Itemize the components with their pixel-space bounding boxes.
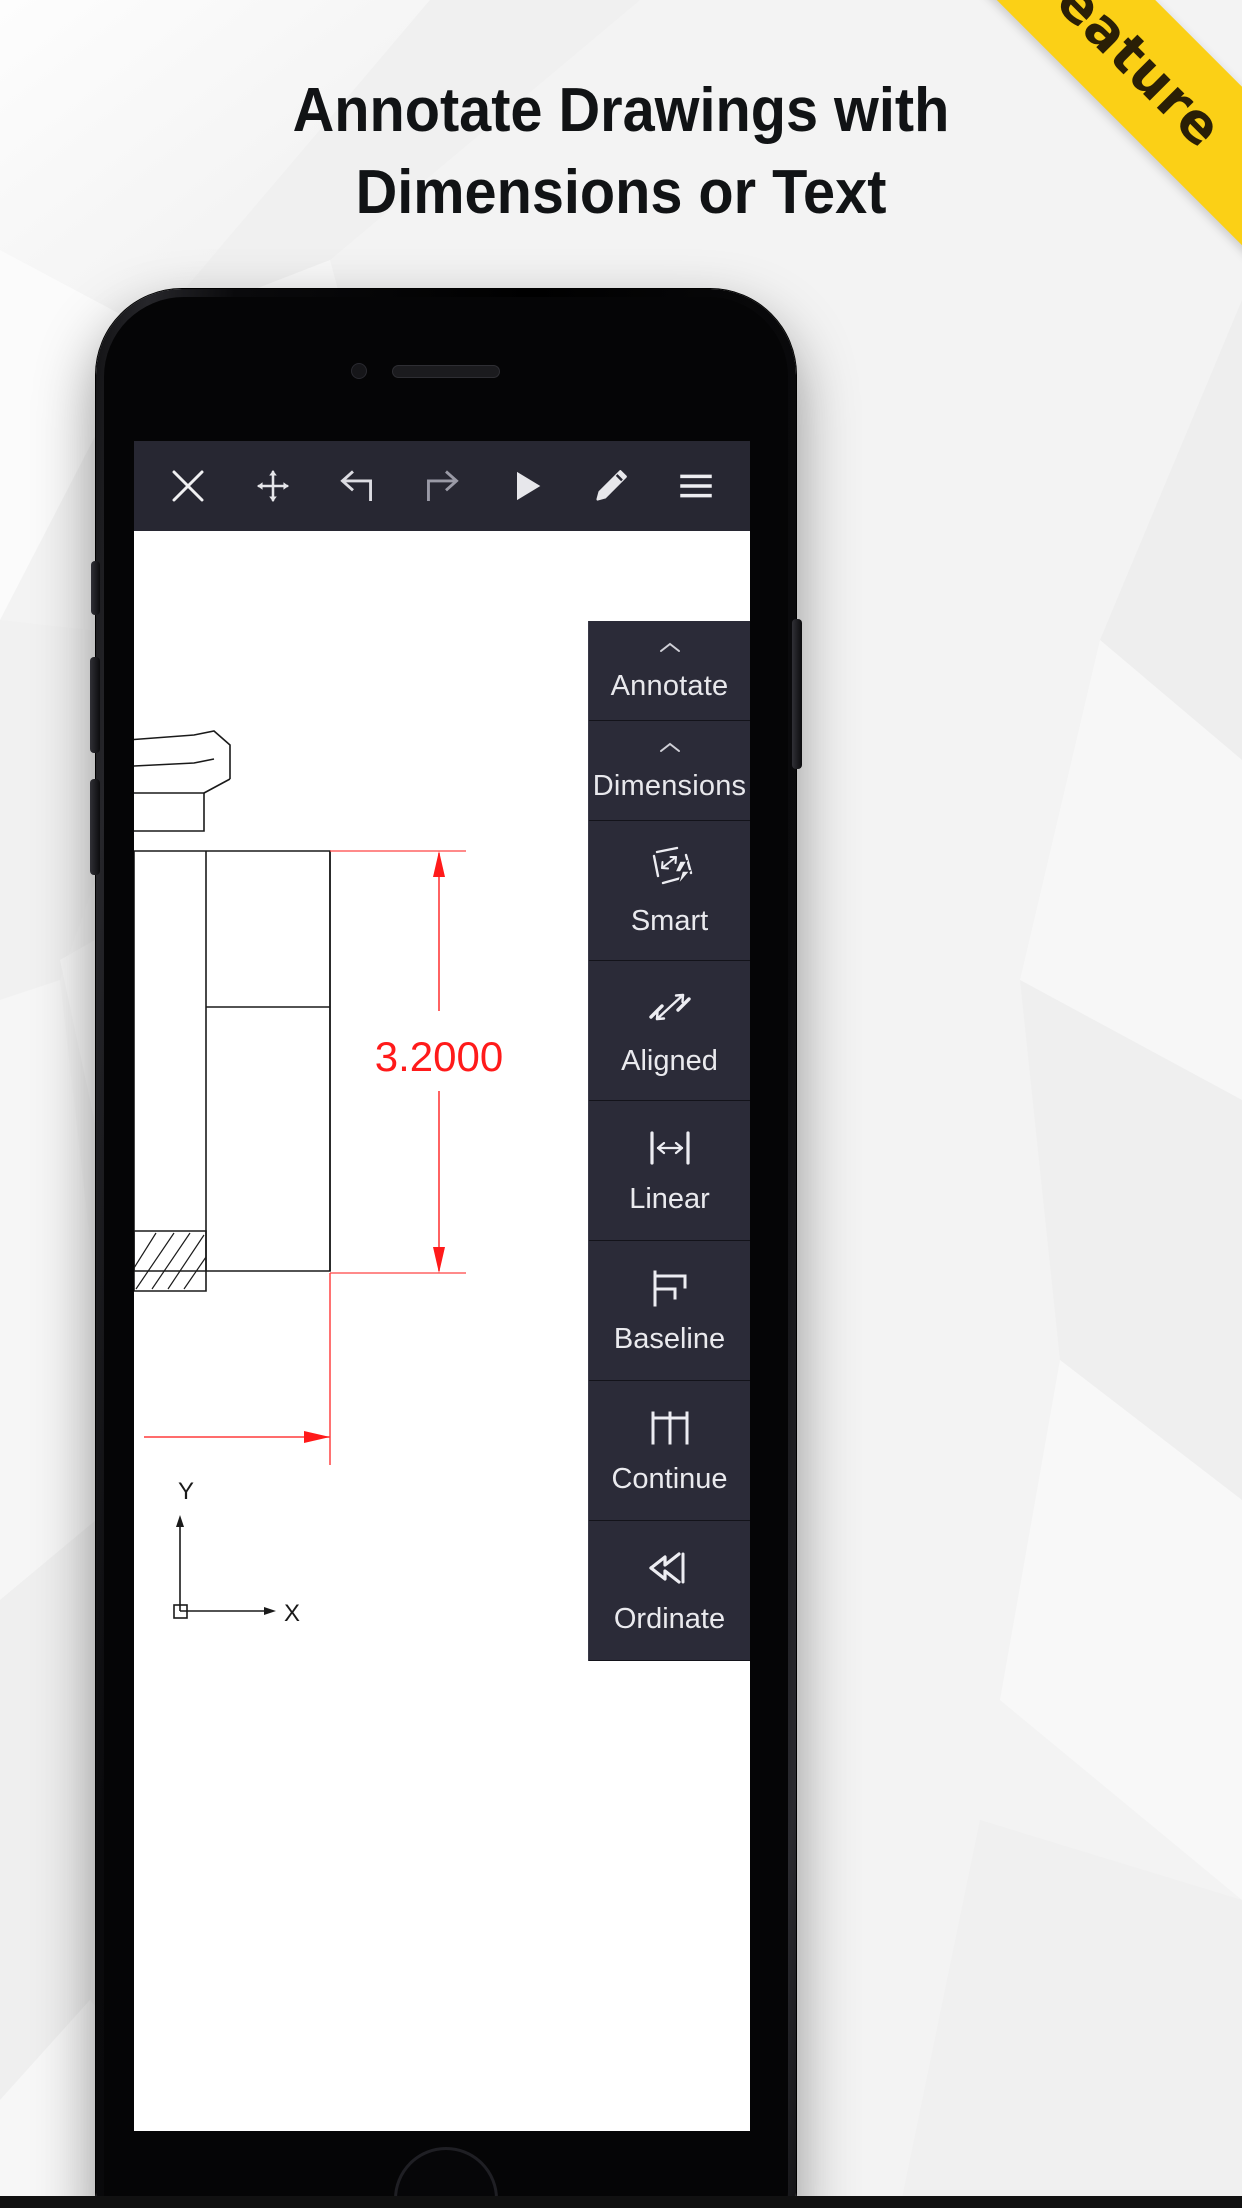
close-icon [167,465,209,507]
sidebar-item-smart-label: Smart [630,905,709,937]
ucs-icon [173,1515,276,1619]
cad-section-hatch [134,1232,207,1290]
hamburger-icon [675,465,717,507]
sidebar-item-baseline-label: Baseline [613,1323,726,1355]
headline-line-1: Annotate Drawings with [292,76,950,145]
sidebar-section-annotate[interactable]: Annotate [589,621,750,721]
phone-earpiece-speaker [392,365,500,378]
sidebar-item-linear[interactable]: Linear [589,1101,750,1241]
sidebar-item-ordinate-label: Ordinate [613,1603,726,1635]
headline-line-2: Dimensions or Text [355,158,887,227]
linear-dimension-icon [643,1125,697,1171]
sidebar-item-continue-label: Continue [611,1463,728,1495]
cad-canvas[interactable]: 3.2000 Y X Annotate Dimensions Smart Ali… [134,531,750,2131]
continue-dimension-icon [643,1405,697,1451]
sidebar-item-smart[interactable]: Smart [589,821,750,961]
ucs-y-label: Y [178,1478,194,1505]
edit-button[interactable] [583,458,639,514]
close-button[interactable] [160,458,216,514]
app-toolbar [134,441,750,531]
pencil-icon [591,466,631,506]
play-button[interactable] [499,458,555,514]
baseline-dimension-icon [643,1265,697,1311]
chevron-up-icon [655,739,685,762]
ucs-x-label: X [284,1600,300,1627]
sidebar-item-continue[interactable]: Continue [589,1381,750,1521]
cad-geometry [134,730,331,1292]
sidebar-section-dimensions-label: Dimensions [592,769,747,802]
ordinate-dimension-icon [643,1545,697,1591]
bottom-edge [0,2196,1242,2208]
phone-volume-up-button [90,657,100,753]
phone-mockup: 3.2000 Y X Annotate Dimensions Smart Ali… [90,289,802,2208]
sidebar-item-linear-label: Linear [629,1183,710,1215]
undo-icon [335,464,379,508]
phone-mute-switch [91,561,100,615]
menu-button[interactable] [668,458,724,514]
dimension-annotation [144,850,466,1465]
dimension-value-text: 3.2000 [375,1033,503,1080]
sidebar-section-annotate-label: Annotate [610,669,729,702]
sidebar-item-aligned-label: Aligned [621,1045,718,1077]
sidebar-item-aligned[interactable]: Aligned [589,961,750,1101]
move-icon [254,467,292,505]
chevron-up-icon [655,639,685,662]
smart-dimension-icon [643,843,697,893]
phone-front-camera [351,363,367,379]
sidebar-section-dimensions[interactable]: Dimensions [589,721,750,821]
dimension-tool-panel: Annotate Dimensions Smart Aligned Linear… [588,621,750,1661]
sidebar-item-ordinate[interactable]: Ordinate [589,1521,750,1661]
phone-power-button [792,619,802,769]
play-icon [507,466,547,506]
undo-button[interactable] [329,458,385,514]
redo-button[interactable] [414,458,470,514]
redo-icon [420,464,464,508]
sidebar-item-baseline[interactable]: Baseline [589,1241,750,1381]
page-title: Annotate Drawings with Dimensions or Tex… [43,80,1198,224]
phone-volume-down-button [90,779,100,875]
app-screen: 3.2000 Y X Annotate Dimensions Smart Ali… [134,441,750,2131]
aligned-dimension-icon [643,983,697,1033]
move-button[interactable] [245,458,301,514]
